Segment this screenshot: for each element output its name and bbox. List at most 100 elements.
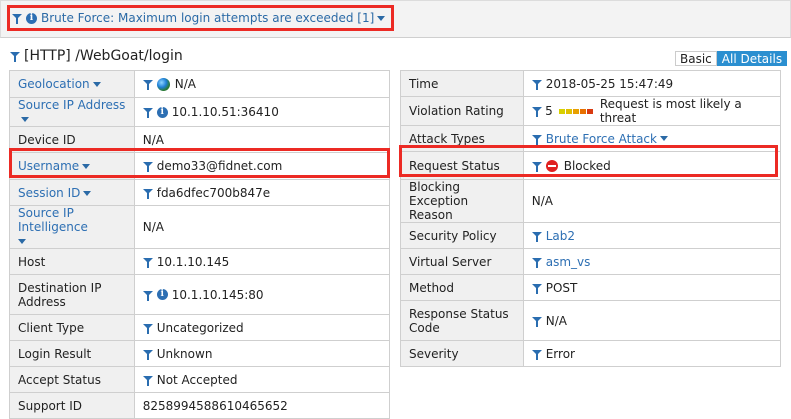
virtual-server-link[interactable]: asm_vs <box>546 255 591 269</box>
virtual-server-label: Virtual Server <box>400 248 524 275</box>
filter-icon[interactable] <box>142 257 153 268</box>
table-row: Request Status Blocked <box>400 151 782 180</box>
device-id-label: Device ID <box>9 126 135 153</box>
client-type-value: Uncategorized <box>133 314 391 341</box>
source-ip-label[interactable]: Source IP Address <box>9 97 135 127</box>
filter-icon[interactable] <box>12 13 22 24</box>
table-row: Username demo33@fidnet.com <box>9 152 391 180</box>
login-result-value: Unknown <box>133 340 391 367</box>
chevron-down-icon[interactable] <box>659 136 668 141</box>
filter-icon[interactable] <box>10 51 20 62</box>
rating-meter <box>558 108 594 114</box>
filter-icon[interactable] <box>531 231 542 242</box>
all-details-button[interactable]: All Details <box>716 51 788 66</box>
filter-icon[interactable] <box>531 283 542 294</box>
blocking-exception-label: Blocking Exception Reason <box>400 179 524 223</box>
info-icon[interactable]: i <box>156 289 168 300</box>
client-type-label: Client Type <box>9 314 135 341</box>
table-row: Device ID N/A <box>9 126 391 153</box>
method-label: Method <box>400 274 524 301</box>
request-status-label: Request Status <box>400 151 524 180</box>
table-row: Method POST <box>400 274 782 301</box>
table-row: Severity Error <box>400 340 782 367</box>
table-row: Attack Types Brute Force Attack <box>400 125 782 152</box>
filter-icon[interactable] <box>531 79 542 90</box>
table-row: Destination IP Address i 10.1.10.145:80 <box>9 274 391 315</box>
source-ip-intelligence-value: N/A <box>133 205 391 249</box>
destination-ip-label: Destination IP Address <box>9 274 135 315</box>
violation-rating-label: Violation Rating <box>400 96 524 126</box>
view-toggle: Basic All Details <box>675 51 788 66</box>
device-id-value: N/A <box>133 126 391 153</box>
table-row: Login Result Unknown <box>9 340 391 367</box>
severity-value: Error <box>522 340 782 367</box>
globe-icon <box>156 77 170 91</box>
table-row: Support ID 8258994588610465652 <box>9 392 391 419</box>
filter-icon[interactable] <box>531 161 542 172</box>
table-row: Session ID fda6dfec700b847e <box>9 179 391 206</box>
filter-icon[interactable] <box>531 316 542 327</box>
login-result-label: Login Result <box>9 340 135 367</box>
table-row: Source IP Address i 10.1.10.51:36410 <box>9 97 391 127</box>
source-ip-value: i 10.1.10.51:36410 <box>133 97 391 127</box>
accept-status-value: Not Accepted <box>133 366 391 393</box>
request-url: [HTTP] /WebGoat/login <box>24 48 183 64</box>
request-details-right: Time 2018-05-25 15:47:49 Violation Ratin… <box>400 70 782 367</box>
attack-types-label: Attack Types <box>400 125 524 152</box>
table-row: Response Status Code N/A <box>400 300 782 341</box>
table-row: Geolocation N/A <box>9 70 391 98</box>
filter-icon[interactable] <box>142 188 153 199</box>
filter-icon[interactable] <box>142 349 153 360</box>
host-label: Host <box>9 248 135 275</box>
time-label: Time <box>400 70 524 97</box>
host-value: 10.1.10.145 <box>133 248 391 275</box>
table-row: Source IP Intelligence N/A <box>9 205 391 249</box>
source-ip-intelligence-label[interactable]: Source IP Intelligence <box>9 205 135 249</box>
blocked-icon <box>545 159 558 172</box>
filter-icon[interactable] <box>531 349 542 360</box>
table-row: Violation Rating 5 Request is most likely… <box>400 96 782 126</box>
info-icon[interactable]: i <box>156 106 168 118</box>
geolocation-label[interactable]: Geolocation <box>9 70 135 98</box>
filter-icon[interactable] <box>142 323 153 334</box>
filter-icon[interactable] <box>142 79 153 90</box>
response-status-label: Response Status Code <box>400 300 524 341</box>
filter-icon[interactable] <box>142 161 153 172</box>
accept-status-label: Accept Status <box>9 366 135 393</box>
username-label[interactable]: Username <box>9 152 135 180</box>
time-value: 2018-05-25 15:47:49 <box>522 70 782 97</box>
attack-type-link[interactable]: Brute Force Attack <box>546 132 657 146</box>
request-title: [HTTP] /WebGoat/login <box>10 48 183 64</box>
info-icon: i <box>26 12 37 24</box>
virtual-server-value: asm_vs <box>522 248 782 275</box>
destination-ip-value: i 10.1.10.145:80 <box>133 274 391 315</box>
blocking-exception-value: N/A <box>522 179 782 223</box>
geolocation-value: N/A <box>133 70 391 98</box>
filter-icon[interactable] <box>531 106 542 117</box>
security-policy-label: Security Policy <box>400 222 524 249</box>
violation-rating-value: 5 Request is most likely a threat <box>522 96 782 126</box>
request-status-value: Blocked <box>522 151 782 180</box>
severity-label: Severity <box>400 340 524 367</box>
filter-icon[interactable] <box>142 107 153 118</box>
security-policy-value: Lab2 <box>522 222 782 249</box>
violation-filter-label: Brute Force: Maximum login attempts are … <box>41 11 375 25</box>
support-id-value: 8258994588610465652 <box>133 392 391 419</box>
chevron-down-icon[interactable] <box>377 15 386 21</box>
filter-icon[interactable] <box>531 257 542 268</box>
table-row: Virtual Server asm_vs <box>400 248 782 275</box>
table-row: Time 2018-05-25 15:47:49 <box>400 70 782 97</box>
violation-filter-dropdown[interactable]: i Brute Force: Maximum login attempts ar… <box>7 5 395 31</box>
support-id-label: Support ID <box>9 392 135 419</box>
table-row: Security Policy Lab2 <box>400 222 782 249</box>
session-id-value: fda6dfec700b847e <box>133 179 391 206</box>
table-row: Host 10.1.10.145 <box>9 248 391 275</box>
attack-types-value: Brute Force Attack <box>522 125 782 152</box>
filter-icon[interactable] <box>142 290 153 301</box>
session-id-label[interactable]: Session ID <box>9 179 135 206</box>
basic-view-button[interactable]: Basic <box>675 51 717 66</box>
filter-icon[interactable] <box>531 134 542 145</box>
security-policy-link[interactable]: Lab2 <box>546 229 575 243</box>
filter-icon[interactable] <box>142 375 153 386</box>
table-row: Blocking Exception Reason N/A <box>400 179 782 223</box>
